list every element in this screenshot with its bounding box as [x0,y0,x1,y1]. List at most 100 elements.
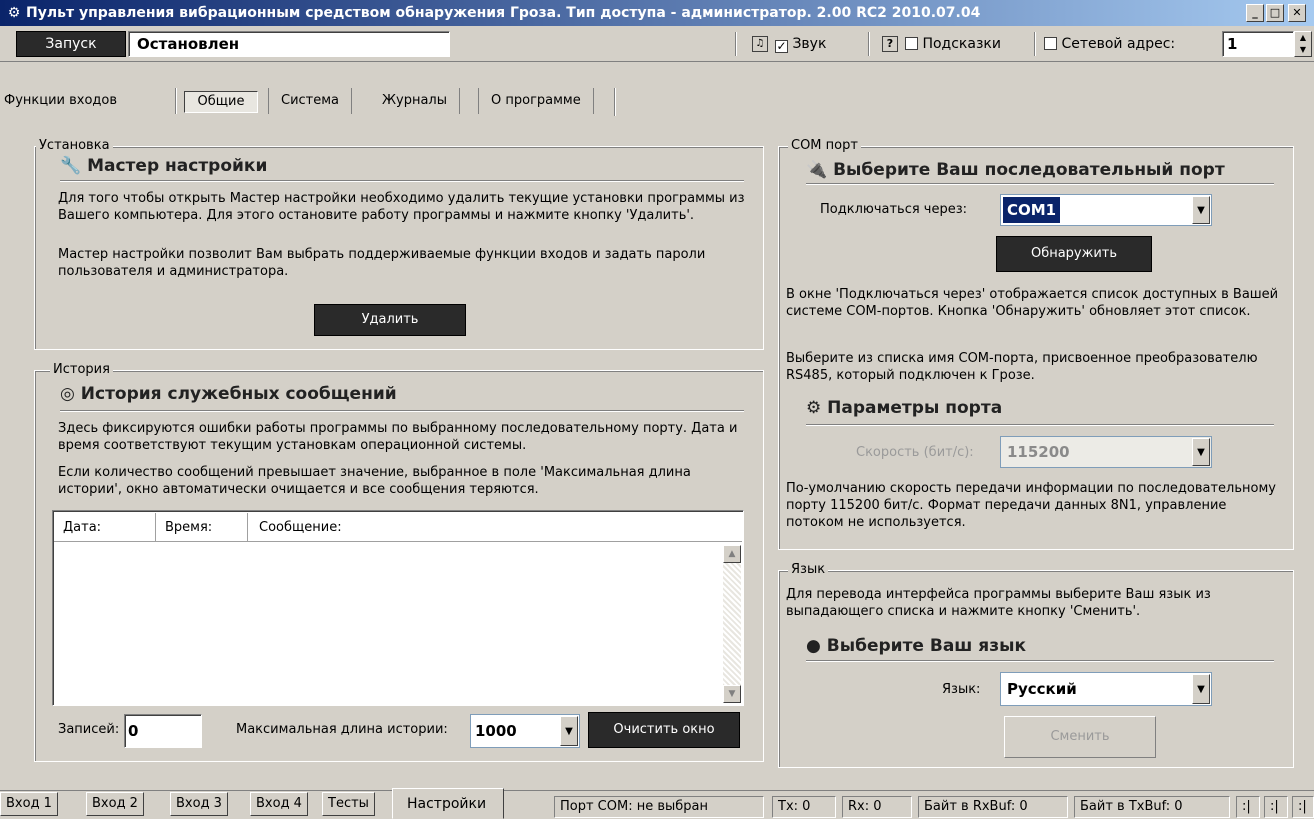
sound-checkbox[interactable]: ✓ Звук [775,36,826,53]
hints-label: Подсказки [922,36,1001,52]
net-address-spinner[interactable]: ▲ ▼ [1294,31,1312,57]
tab-input-2[interactable]: Вход 2 [86,792,144,816]
max-length-select[interactable]: 1000 ▼ [470,714,580,748]
hints-checkbox[interactable]: Подсказки [905,36,1001,52]
tab-label: Вход 1 [6,796,52,811]
net-address-checkbox[interactable]: Сетевой адрес: [1044,36,1175,52]
status-tx: Tx: 0 [772,796,836,818]
tab-label: Вход 2 [92,796,138,811]
install-heading-text: Мастер настройки [87,156,268,176]
change-language-button[interactable]: Сменить [1004,716,1156,758]
start-button[interactable]: Запуск [16,31,126,57]
status-field: Остановлен [128,31,450,57]
column-time[interactable]: Время: [165,520,212,535]
language-text: Для перевода интерфейса программы выбери… [786,587,1211,619]
column-date[interactable]: Дата: [63,520,101,535]
start-button-label: Запуск [45,36,97,52]
history-text-2: Если количество сообщений превышает знач… [58,465,691,497]
delete-button-label: Удалить [361,312,419,327]
tab-settings[interactable]: Настройки [392,788,504,819]
com-text-1: В окне 'Подключаться через' отображается… [786,287,1279,319]
toolbar-divider [1034,32,1036,56]
chevron-down-icon[interactable]: ▼ [560,716,578,746]
spin-up-icon[interactable]: ▲ [1295,32,1311,44]
tab-input-4[interactable]: Вход 4 [250,792,308,816]
records-field: 0 [124,714,202,748]
column-message[interactable]: Сообщение: [259,520,342,535]
install-heading: 🔧 Мастер настройки [60,156,267,176]
help-icon[interactable]: ? [882,36,898,52]
tab-divider [614,88,616,116]
com-text-2: Выберите из списка имя COM-порта, присво… [786,351,1258,383]
scroll-up-icon[interactable]: ▲ [723,545,741,563]
history-icon: ◎ [60,384,75,404]
scroll-down-icon[interactable]: ▼ [723,685,741,703]
clear-window-button[interactable]: Очистить окно [588,712,740,748]
params-heading: ⚙ Параметры порта [806,398,1002,418]
toolbar-divider [868,32,870,56]
column-divider [247,513,248,541]
tab-label: Вход 4 [256,796,302,811]
app-icon: ⚙ [7,5,21,21]
connect-label: Подключаться через: [820,202,968,217]
tab-about[interactable]: О программе [478,88,594,114]
hints-check-icon [905,37,918,50]
globe-icon: ● [806,636,821,656]
detect-button-label: Обнаружить [1030,246,1118,261]
status-txbuf: Байт в TxBuf: 0 [1074,796,1230,818]
history-scrollbar[interactable]: ▲ ▼ [723,545,741,703]
tab-label: Настройки [407,796,487,812]
tab-label: Общие [197,94,245,109]
com-group-label: COM порт [788,138,861,153]
status-indicator-1: :| [1236,796,1260,818]
com-divider [806,183,1274,185]
tab-label: О программе [491,93,581,108]
tab-label: Функции входов [4,93,118,108]
minimize-button[interactable]: _ [1246,4,1264,22]
tab-label: Вход 3 [176,796,222,811]
status-rx: Rx: 0 [842,796,912,818]
tab-input-functions[interactable]: Функции входов [0,88,129,114]
close-button[interactable]: ✕ [1288,4,1306,22]
history-table[interactable]: Дата: Время: Сообщение: ▲ ▼ [52,510,744,706]
status-port: Порт COM: не выбран [554,796,764,818]
tab-tests[interactable]: Тесты [322,792,375,816]
speaker-icon[interactable]: ♫ [752,36,768,52]
history-group-label: История [50,362,113,377]
net-address-input[interactable]: 1 [1222,31,1294,57]
delete-button[interactable]: Удалить [314,304,466,336]
tab-input-3[interactable]: Вход 3 [170,792,228,816]
net-address-check-icon [1044,37,1057,50]
com-port-select[interactable]: COM1 ▼ [1000,194,1212,226]
detect-button[interactable]: Обнаружить [996,236,1152,272]
speed-label: Скорость (бит/с): [856,445,974,460]
tab-general[interactable]: Общие [184,91,258,113]
com-heading: 🔌 Выберите Ваш последовательный порт [806,160,1225,180]
tab-divider [175,88,177,114]
params-heading-text: Параметры порта [827,398,1003,418]
change-language-label: Сменить [1050,729,1110,744]
language-heading: ● Выберите Ваш язык [806,636,1026,656]
records-label: Записей: [58,722,120,737]
maximize-button[interactable]: □ [1266,4,1284,22]
tab-input-1[interactable]: Вход 1 [0,792,58,816]
spin-down-icon[interactable]: ▼ [1295,44,1311,56]
chevron-down-icon[interactable]: ▼ [1192,438,1210,466]
toolbar-divider [735,32,737,56]
install-divider [60,180,744,182]
params-divider [806,424,1274,426]
clear-window-label: Очистить окно [613,722,715,737]
tab-label: Журналы [382,93,447,108]
language-value: Русский [1007,680,1077,698]
tab-journals[interactable]: Журналы [370,88,460,114]
com-heading-text: Выберите Ваш последовательный порт [833,160,1225,180]
install-group-label: Установка [36,138,113,153]
tab-system[interactable]: Система [268,88,353,114]
sound-label: Звук [792,36,827,52]
chevron-down-icon[interactable]: ▼ [1192,674,1210,704]
chevron-down-icon[interactable]: ▼ [1192,196,1210,224]
speed-select[interactable]: 115200 ▼ [1000,436,1212,468]
tab-label: Система [281,93,340,108]
com-text-3: По-умолчанию скорость передачи информаци… [786,481,1276,530]
language-select[interactable]: Русский ▼ [1000,672,1212,706]
